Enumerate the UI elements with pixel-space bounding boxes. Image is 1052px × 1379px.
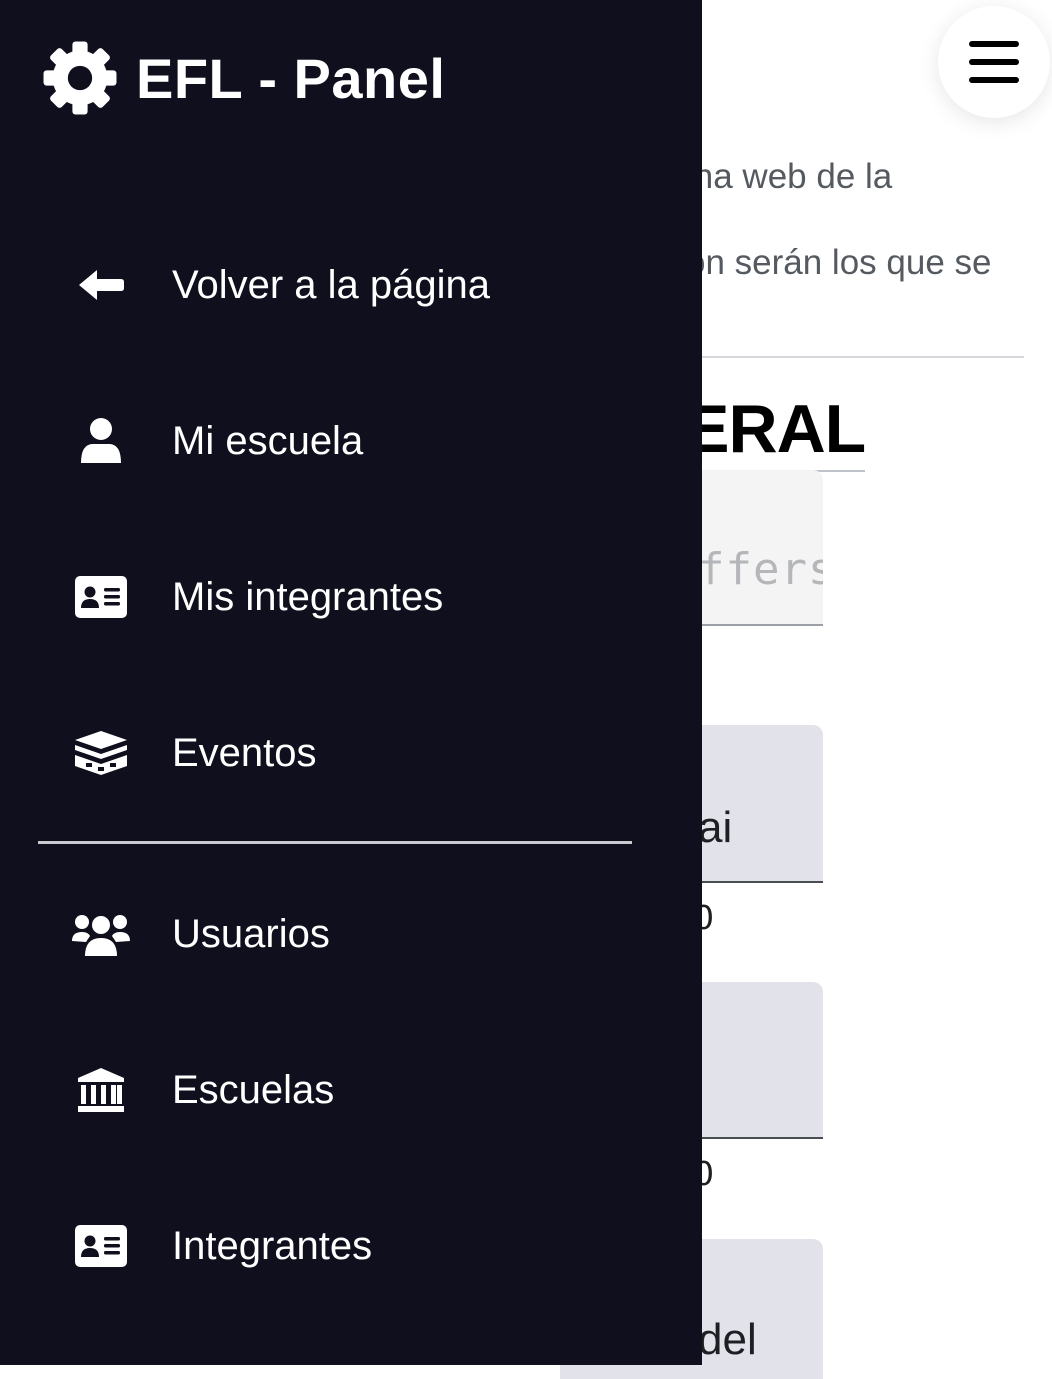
id-card-icon bbox=[60, 1216, 142, 1276]
nav-item-label: Volver a la página bbox=[172, 262, 491, 307]
text-field-1-value: ai bbox=[698, 803, 733, 852]
user-icon bbox=[60, 411, 142, 471]
nav-item-label: Escuelas bbox=[172, 1067, 335, 1112]
search-input-value: ffers bbox=[698, 544, 823, 595]
nav-item-label: Mis integrantes bbox=[172, 574, 444, 619]
nav-item-eventos[interactable]: Eventos bbox=[60, 713, 660, 793]
nav-item-integrantes[interactable]: Integrantes bbox=[60, 1206, 660, 1286]
intro-text-line-1: ina web de la bbox=[686, 157, 893, 196]
nav-item-volver[interactable]: Volver a la página bbox=[60, 245, 660, 325]
drawer-brand: EFL - Panel bbox=[42, 38, 445, 118]
gear-icon bbox=[42, 38, 118, 118]
nav-item-label: Usuarios bbox=[172, 911, 330, 956]
institution-icon bbox=[60, 1060, 142, 1120]
users-icon bbox=[60, 904, 142, 964]
drawer-divider bbox=[38, 841, 632, 844]
hamburger-icon bbox=[969, 41, 1019, 83]
text-field-3-value: del bbox=[698, 1315, 757, 1364]
content-divider bbox=[690, 356, 1024, 358]
navigation-drawer: EFL - Panel Volver a la página Mi escuel… bbox=[0, 0, 702, 1365]
nav-item-label: Integrantes bbox=[172, 1223, 373, 1268]
layers-box-icon bbox=[60, 723, 142, 783]
intro-text-line-2: ón serán los que se bbox=[686, 243, 992, 282]
menu-button[interactable] bbox=[938, 6, 1050, 118]
nav-item-mi-escuela[interactable]: Mi escuela bbox=[60, 401, 660, 481]
arrow-left-icon bbox=[60, 255, 142, 315]
nav-item-usuarios[interactable]: Usuarios bbox=[60, 894, 660, 974]
id-card-icon bbox=[60, 567, 142, 627]
nav-item-label: Mi escuela bbox=[172, 418, 364, 463]
nav-item-label: Eventos bbox=[172, 730, 317, 775]
nav-item-mis-integrantes[interactable]: Mis integrantes bbox=[60, 557, 660, 637]
nav-item-escuelas[interactable]: Escuelas bbox=[60, 1050, 660, 1130]
drawer-title: EFL - Panel bbox=[136, 46, 446, 110]
